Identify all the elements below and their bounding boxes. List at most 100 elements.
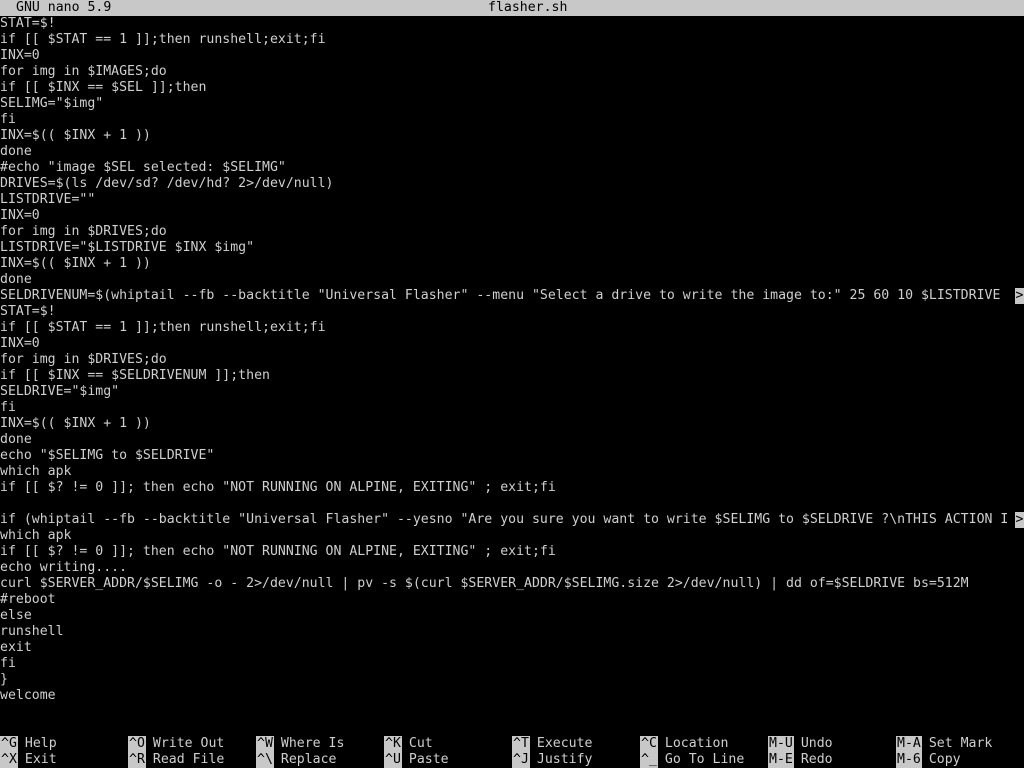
code-line[interactable]: SELIMG="$img": [0, 96, 1024, 112]
code-line[interactable]: STAT=$!: [0, 304, 1024, 320]
shortcut-exit[interactable]: ^X Exit: [0, 752, 57, 768]
shortcut-label: Set Mark: [928, 736, 993, 751]
code-line[interactable]: else: [0, 608, 1024, 624]
code-line[interactable]: INX=$(( $INX + 1 )): [0, 256, 1024, 272]
shortcut-key: ^K: [384, 736, 402, 752]
shortcut-where-is[interactable]: ^W Where Is: [256, 736, 344, 752]
code-line-text: INX=0: [0, 48, 40, 63]
shortcut-location[interactable]: ^C Location: [640, 736, 728, 752]
code-line-text: }: [0, 672, 8, 687]
file-name: flasher.sh: [488, 0, 568, 15]
editor-text-area[interactable]: STAT=$! if [[ $STAT == 1 ]];then runshell…: [0, 16, 1024, 720]
code-line-text: exit: [0, 640, 32, 655]
code-line-text: #reboot: [0, 592, 56, 607]
code-line[interactable]: if [[ $STAT == 1 ]];then runshell;exit;f…: [0, 320, 1024, 336]
code-line[interactable]: INX=$(( $INX + 1 )): [0, 416, 1024, 432]
code-line[interactable]: if [[ $INX == $SEL ]];then: [0, 80, 1024, 96]
code-line[interactable]: curl $SERVER_ADDR/$SELIMG -o - 2>/dev/nu…: [0, 576, 1024, 592]
code-line-text: fi: [0, 656, 16, 671]
shortcut-label: Replace: [280, 752, 337, 767]
code-line[interactable]: INX=0: [0, 208, 1024, 224]
code-line[interactable]: [0, 496, 1024, 512]
line-truncated-indicator: >: [1015, 288, 1024, 304]
code-line[interactable]: echo "$SELIMG to $SELDRIVE": [0, 448, 1024, 464]
code-line-text: if [[ $STAT == 1 ]];then runshell;exit;f…: [0, 320, 326, 335]
shortcut-help[interactable]: ^G Help: [0, 736, 57, 752]
code-line-text: fi: [0, 400, 16, 415]
code-line[interactable]: echo writing....: [0, 560, 1024, 576]
code-line[interactable]: done: [0, 432, 1024, 448]
code-line[interactable]: INX=$(( $INX + 1 )): [0, 128, 1024, 144]
code-line[interactable]: #reboot: [0, 592, 1024, 608]
code-line[interactable]: INX=0: [0, 336, 1024, 352]
shortcut-paste[interactable]: ^U Paste: [384, 752, 449, 768]
shortcut-redo[interactable]: M-E Redo: [768, 752, 833, 768]
code-line-text: welcome: [0, 688, 56, 703]
code-line[interactable]: done: [0, 144, 1024, 160]
code-line[interactable]: SELDRIVE="$img": [0, 384, 1024, 400]
code-line[interactable]: #echo "image $SEL selected: $SELIMG": [0, 160, 1024, 176]
code-line-text: if [[ $INX == $SELDRIVENUM ]];then: [0, 368, 270, 383]
code-line-text: LISTDRIVE="$LISTDRIVE $INX $img": [0, 240, 255, 255]
code-line[interactable]: which apk: [0, 528, 1024, 544]
code-line[interactable]: [0, 704, 1024, 720]
code-line[interactable]: welcome: [0, 688, 1024, 704]
shortcut-row-1: ^G Help ^O Write Out ^W Where Is ^K Cut ^T Execut…: [0, 736, 1024, 752]
shortcut-label: Cut: [408, 736, 433, 751]
code-line[interactable]: runshell: [0, 624, 1024, 640]
code-line[interactable]: for img in $DRIVES;do: [0, 352, 1024, 368]
shortcut-replace[interactable]: ^\ Replace: [256, 752, 336, 768]
code-line[interactable]: fi: [0, 400, 1024, 416]
terminal-screen: GNU nano 5.9 flasher.sh STAT=$! if [[ $ST…: [0, 0, 1024, 768]
app-version: GNU nano 5.9: [16, 0, 112, 15]
code-line-text: runshell: [0, 624, 64, 639]
shortcut-execute[interactable]: ^T Execute: [512, 736, 592, 752]
code-line[interactable]: fi: [0, 112, 1024, 128]
code-line[interactable]: if [[ $INX == $SELDRIVENUM ]];then: [0, 368, 1024, 384]
shortcut-read-file[interactable]: ^R Read File: [128, 752, 224, 768]
shortcut-label: Undo: [800, 736, 833, 751]
code-line-text: #echo "image $SEL selected: $SELIMG": [0, 160, 286, 175]
shortcut-label: Where Is: [280, 736, 345, 751]
shortcut-key: ^C: [640, 736, 658, 752]
code-line-text: INX=$(( $INX + 1 )): [0, 416, 151, 431]
code-line-text: LISTDRIVE="": [0, 192, 96, 207]
code-line-text: DRIVES=$(ls /dev/sd? /dev/hd? 2>/dev/nul…: [0, 176, 334, 191]
code-line[interactable]: DRIVES=$(ls /dev/sd? /dev/hd? 2>/dev/nul…: [0, 176, 1024, 192]
shortcut-copy[interactable]: M-6 Copy: [896, 752, 961, 768]
code-line[interactable]: which apk: [0, 464, 1024, 480]
code-line[interactable]: if [[ $? != 0 ]]; then echo "NOT RUNNING…: [0, 544, 1024, 560]
shortcut-key: M-6: [896, 752, 922, 768]
shortcut-undo[interactable]: M-U Undo: [768, 736, 833, 752]
code-line-text: which apk: [0, 464, 72, 479]
shortcut-label: Read File: [152, 752, 225, 767]
code-line-text: SELIMG="$img": [0, 96, 104, 111]
code-line[interactable]: if [[ $STAT == 1 ]];then runshell;exit;f…: [0, 32, 1024, 48]
shortcut-cut[interactable]: ^K Cut: [384, 736, 433, 752]
shortcut-label: Paste: [408, 752, 449, 767]
code-line[interactable]: fi: [0, 656, 1024, 672]
shortcut-justify[interactable]: ^J Justify: [512, 752, 592, 768]
code-line[interactable]: if (whiptail --fb --backtitle "Universal…: [0, 512, 1024, 528]
shortcut-label: Write Out: [152, 736, 225, 751]
shortcut-key: M-U: [768, 736, 794, 752]
code-line[interactable]: for img in $IMAGES;do: [0, 64, 1024, 80]
code-line-text: INX=0: [0, 336, 40, 351]
code-line[interactable]: INX=0: [0, 48, 1024, 64]
code-line[interactable]: SELDRIVENUM=$(whiptail --fb --backtitle …: [0, 288, 1024, 304]
code-line[interactable]: for img in $DRIVES;do: [0, 224, 1024, 240]
code-line[interactable]: LISTDRIVE="$LISTDRIVE $INX $img": [0, 240, 1024, 256]
code-line[interactable]: exit: [0, 640, 1024, 656]
shortcut-key: ^W: [256, 736, 274, 752]
code-line[interactable]: LISTDRIVE="": [0, 192, 1024, 208]
code-line[interactable]: done: [0, 272, 1024, 288]
shortcut-set-mark[interactable]: M-A Set Mark: [896, 736, 992, 752]
code-line[interactable]: STAT=$!: [0, 16, 1024, 32]
shortcut-go-to-line[interactable]: ^_ Go To Line: [640, 752, 744, 768]
shortcut-write-out[interactable]: ^O Write Out: [128, 736, 224, 752]
code-line[interactable]: if [[ $? != 0 ]]; then echo "NOT RUNNING…: [0, 480, 1024, 496]
shortcut-row-2: ^X Exit ^R Read File ^\ Replace ^U Paste ^J Justi…: [0, 752, 1024, 768]
code-line[interactable]: }: [0, 672, 1024, 688]
shortcut-label: Go To Line: [664, 752, 745, 767]
shortcut-key: ^G: [0, 736, 18, 752]
